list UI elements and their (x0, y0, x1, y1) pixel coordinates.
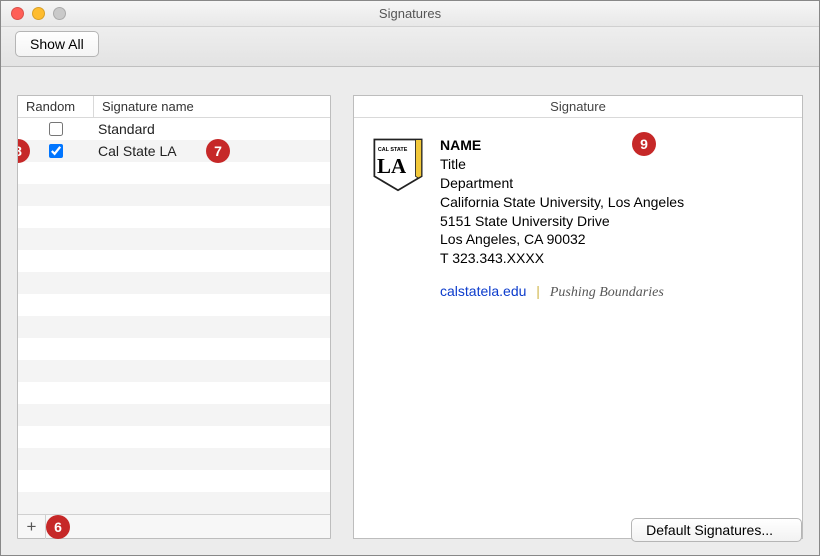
column-random[interactable]: Random (18, 96, 94, 117)
titlebar: Signatures (1, 1, 819, 27)
list-header: Random Signature name (18, 96, 330, 118)
sig-link[interactable]: calstatela.edu (440, 283, 526, 299)
svg-text:CAL STATE: CAL STATE (378, 147, 408, 153)
sig-department: Department (440, 174, 684, 193)
signatures-list-panel: Random Signature name Standard 8 Cal Sta… (17, 95, 331, 539)
sig-name: NAME (440, 136, 684, 155)
signature-text-block: NAME Title Department California State U… (440, 136, 684, 303)
minimize-icon[interactable] (32, 7, 45, 20)
row-stripes (18, 118, 330, 514)
signature-preview-panel: Signature 9 CAL STATE LA NAME Title Depa… (353, 95, 803, 539)
divider-icon: | (530, 283, 546, 299)
random-checkbox[interactable] (49, 122, 63, 136)
show-all-button[interactable]: Show All (15, 31, 99, 57)
toolbar: Show All (1, 27, 819, 67)
table-row[interactable]: Standard (18, 118, 330, 140)
default-signatures-button[interactable]: Default Signatures... (631, 518, 802, 542)
sig-org: California State University, Los Angeles (440, 193, 684, 212)
signature-preview[interactable]: 9 CAL STATE LA NAME Title Department Cal… (354, 118, 802, 538)
table-row[interactable]: 8 Cal State LA 7 (18, 140, 330, 162)
svg-text:LA: LA (377, 154, 407, 178)
bottom-bar: Default Signatures... (631, 518, 802, 542)
callout-6: 6 (46, 515, 70, 539)
preview-header: Signature (354, 96, 802, 118)
signature-name-cell[interactable]: Cal State LA (94, 140, 330, 162)
sig-phone: T 323.343.XXXX (440, 249, 684, 268)
random-checkbox[interactable] (49, 144, 63, 158)
sig-street: 5151 State University Drive (440, 212, 684, 231)
signature-name-cell[interactable]: Standard (94, 118, 330, 140)
list-footer: + 6 (18, 514, 330, 538)
sig-tagline: Pushing Boundaries (550, 285, 664, 300)
add-signature-button[interactable]: + (18, 515, 46, 539)
close-icon[interactable] (11, 7, 24, 20)
column-signature-name[interactable]: Signature name (94, 96, 330, 117)
calstate-la-logo: CAL STATE LA (370, 136, 426, 192)
sig-city: Los Angeles, CA 90032 (440, 230, 684, 249)
sig-title: Title (440, 155, 684, 174)
list-rows: Standard 8 Cal State LA 7 (18, 118, 330, 514)
window-title: Signatures (1, 1, 819, 27)
zoom-icon (53, 7, 66, 20)
window-controls (11, 7, 66, 20)
